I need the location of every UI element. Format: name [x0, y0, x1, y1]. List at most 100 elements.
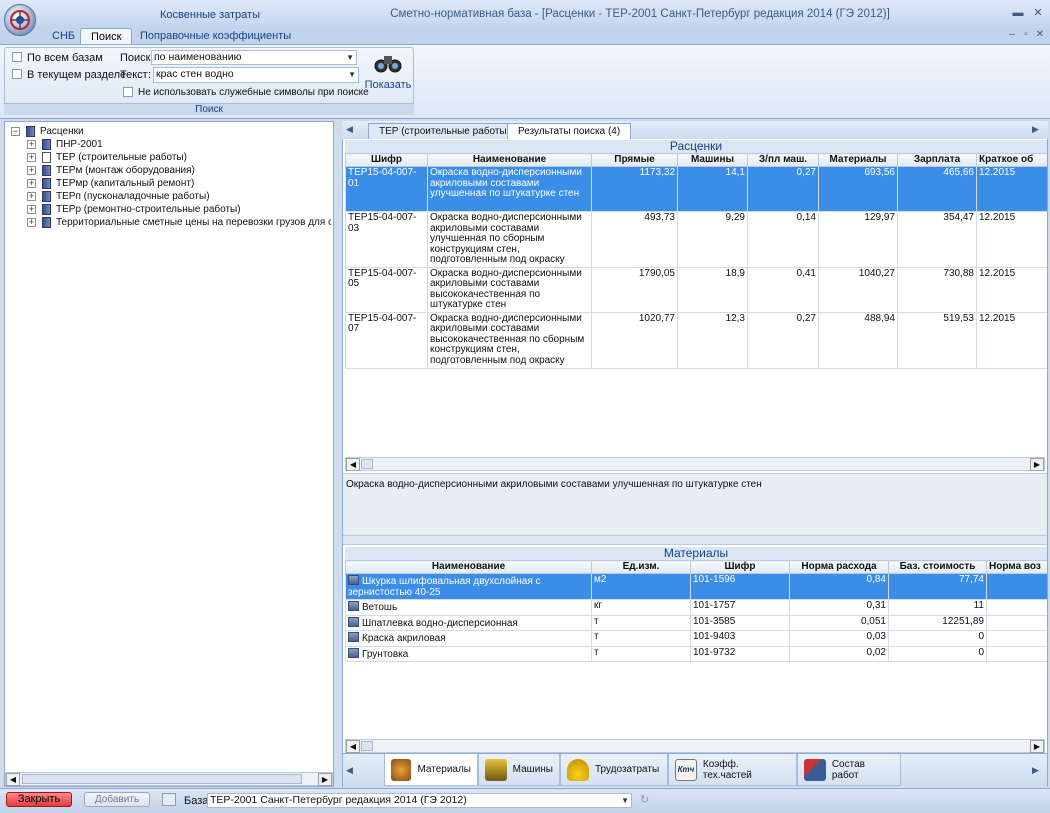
- mdi-restore-icon[interactable]: ▫: [1020, 29, 1032, 40]
- scroll-left-icon[interactable]: ◀: [6, 773, 20, 786]
- scroll-right-icon[interactable]: ▶: [1030, 458, 1044, 471]
- scroll-right-icon[interactable]: ▶: [1030, 740, 1044, 753]
- show-button[interactable]: Показать: [364, 48, 412, 100]
- mdi-close-icon[interactable]: ✕: [1034, 29, 1046, 40]
- tab-materials[interactable]: Материалы: [384, 754, 478, 786]
- close-window-button[interactable]: ✕: [1030, 6, 1046, 20]
- table-row[interactable]: ТЕР15-04-007-05 Окраска водно-дисперсион…: [345, 266, 1047, 313]
- expand-icon[interactable]: +: [27, 218, 36, 227]
- materials-horizontal-scrollbar[interactable]: ◀ ▶: [345, 739, 1045, 753]
- cell-norm: 0,02: [789, 645, 889, 662]
- col-header-brief[interactable]: Краткое об: [976, 153, 1047, 167]
- col-header-code[interactable]: Шифр: [345, 153, 428, 167]
- col-header-wage-mach[interactable]: З/пл маш.: [747, 153, 819, 167]
- detail-tabs-scroll-right-icon[interactable]: ▶: [1032, 765, 1039, 776]
- table-row[interactable]: ТЕР15-04-007-03 Окраска водно-дисперсион…: [345, 211, 1047, 268]
- cell-wage: 465,66: [897, 166, 977, 212]
- add-button[interactable]: Добавить: [84, 792, 150, 807]
- col-header-machines[interactable]: Машины: [677, 153, 748, 167]
- col-header-unit[interactable]: Ед.изм.: [591, 560, 691, 574]
- tree-item-label: ТЕРм (монтаж оборудования): [56, 165, 195, 176]
- expand-icon[interactable]: +: [27, 166, 36, 175]
- expand-icon[interactable]: +: [27, 179, 36, 188]
- table-row[interactable]: Краска акриловая т 101-9403 0,03 0: [345, 630, 1047, 647]
- scroll-right-icon[interactable]: ▶: [318, 773, 332, 786]
- tab-tech-coefficients[interactable]: Ктч Коэфф. тех.частей: [668, 754, 797, 786]
- expand-icon[interactable]: +: [27, 192, 36, 201]
- current-section-checkbox[interactable]: [12, 69, 22, 82]
- material-icon: [348, 575, 359, 585]
- col-header-norm[interactable]: Норма расхода: [789, 560, 889, 574]
- material-name: Ветошь: [362, 602, 398, 613]
- collapse-icon[interactable]: −: [11, 127, 20, 136]
- detail-tabs-scroll-left-icon[interactable]: ◀: [346, 765, 353, 776]
- search-mode-dropdown[interactable]: по наименованию ▼: [151, 50, 357, 65]
- tab-search-results[interactable]: Результаты поиска (4): [507, 123, 632, 139]
- tree-item[interactable]: + Территориальные сметные цены на перево…: [27, 216, 331, 229]
- tabs-scroll-left-icon[interactable]: ◀: [346, 124, 353, 135]
- quick-access-indirect-costs[interactable]: Косвенные затраты: [160, 9, 260, 21]
- scroll-thumb[interactable]: [22, 774, 302, 784]
- rates-horizontal-scrollbar[interactable]: ◀ ▶: [345, 457, 1045, 471]
- cell-materials: 129,97: [818, 211, 898, 268]
- table-row[interactable]: ТЕР15-04-007-01 Окраска водно-дисперсион…: [345, 166, 1047, 212]
- col-header-mat-name[interactable]: Наименование: [345, 560, 592, 574]
- expand-icon[interactable]: +: [27, 140, 36, 149]
- expand-icon[interactable]: +: [27, 153, 36, 162]
- col-header-norm-return[interactable]: Норма воз: [986, 560, 1047, 574]
- search-text-input[interactable]: крас стен водно ▼: [153, 67, 359, 83]
- all-bases-checkbox[interactable]: [12, 52, 22, 65]
- cell-machines: 14,1: [677, 166, 748, 212]
- col-header-wage[interactable]: Зарплата: [897, 153, 977, 167]
- window-title: Сметно-нормативная база - [Расценки - ТЕ…: [390, 8, 890, 20]
- tab-machines[interactable]: Машины: [478, 754, 560, 786]
- scroll-thumb[interactable]: [361, 741, 373, 751]
- col-header-name[interactable]: Наименование: [427, 153, 592, 167]
- base-dropdown[interactable]: ТЕР-2001 Санкт-Петербург редакция 2014 (…: [207, 793, 632, 808]
- col-header-direct[interactable]: Прямые: [591, 153, 678, 167]
- vertical-splitter[interactable]: [335, 121, 342, 787]
- book-icon: [42, 217, 51, 228]
- col-header-materials[interactable]: Материалы: [818, 153, 898, 167]
- search-text-value: крас стен водно: [156, 68, 234, 80]
- close-button[interactable]: Закрыть: [6, 792, 72, 807]
- table-row[interactable]: Грунтовка т 101-9732 0,02 0: [345, 645, 1047, 662]
- tabs-scroll-right-icon[interactable]: ▶: [1032, 124, 1039, 135]
- tab-correction-coefficients[interactable]: Поправочные коэффициенты: [130, 28, 301, 45]
- tab-work-composition[interactable]: Состав работ: [797, 754, 901, 786]
- text-colon: :: [148, 69, 152, 81]
- refresh-icon[interactable]: ↻: [640, 793, 649, 806]
- expand-icon[interactable]: +: [27, 205, 36, 214]
- table-row[interactable]: Шкурка шлифовальная двухслойная с зернис…: [345, 573, 1047, 600]
- table-row[interactable]: Шпатлевка водно-дисперсионная т 101-3585…: [345, 614, 1047, 631]
- rates-tree-panel[interactable]: − Расценки + ПНР-2001 + ТЕР (строительны…: [4, 121, 334, 787]
- tab-labor[interactable]: Трудозатраты: [560, 754, 668, 786]
- cell-name: Окраска водно-дисперсионными акриловыми …: [427, 311, 592, 369]
- no-special-chars-checkbox[interactable]: [123, 87, 133, 100]
- tree-root-label: Расценки: [40, 126, 84, 137]
- rates-header-row: Шифр Наименование Прямые Машины З/пл маш…: [345, 153, 1047, 167]
- app-logo-icon: [10, 10, 30, 30]
- cell-mat-code: 101-9403: [690, 630, 790, 647]
- tab-ter-construction[interactable]: ТЕР (строительные работы): [368, 123, 521, 139]
- book-icon: [42, 165, 51, 176]
- table-row[interactable]: ТЕР15-04-007-07 Окраска водно-дисперсион…: [345, 311, 1047, 369]
- scroll-left-icon[interactable]: ◀: [346, 740, 360, 753]
- col-header-base-cost[interactable]: Баз. стоимость: [888, 560, 987, 574]
- material-name: Шпатлевка водно-дисперсионная: [362, 617, 518, 629]
- col-header-mat-code[interactable]: Шифр: [690, 560, 790, 574]
- minimize-button[interactable]: ▬: [1010, 6, 1026, 20]
- horizontal-splitter[interactable]: [343, 535, 1047, 545]
- scroll-left-icon[interactable]: ◀: [346, 458, 360, 471]
- no-special-chars-label: Не использовать служебные символы при по…: [138, 87, 369, 98]
- table-row[interactable]: Ветошь кг 101-1757 0,31 11: [345, 599, 1047, 616]
- tab-snb[interactable]: СНБ: [42, 28, 85, 45]
- scroll-thumb[interactable]: [361, 459, 373, 469]
- tab-search[interactable]: Поиск: [80, 28, 133, 45]
- cell-wage-mach: 0,41: [747, 266, 819, 313]
- mdi-minimize-icon[interactable]: –: [1006, 29, 1018, 40]
- material-icon: [348, 616, 359, 627]
- cell-base-cost: 11: [888, 599, 987, 616]
- app-menu-orb-button[interactable]: [4, 4, 36, 36]
- tree-horizontal-scrollbar[interactable]: ◀ ▶: [5, 772, 333, 786]
